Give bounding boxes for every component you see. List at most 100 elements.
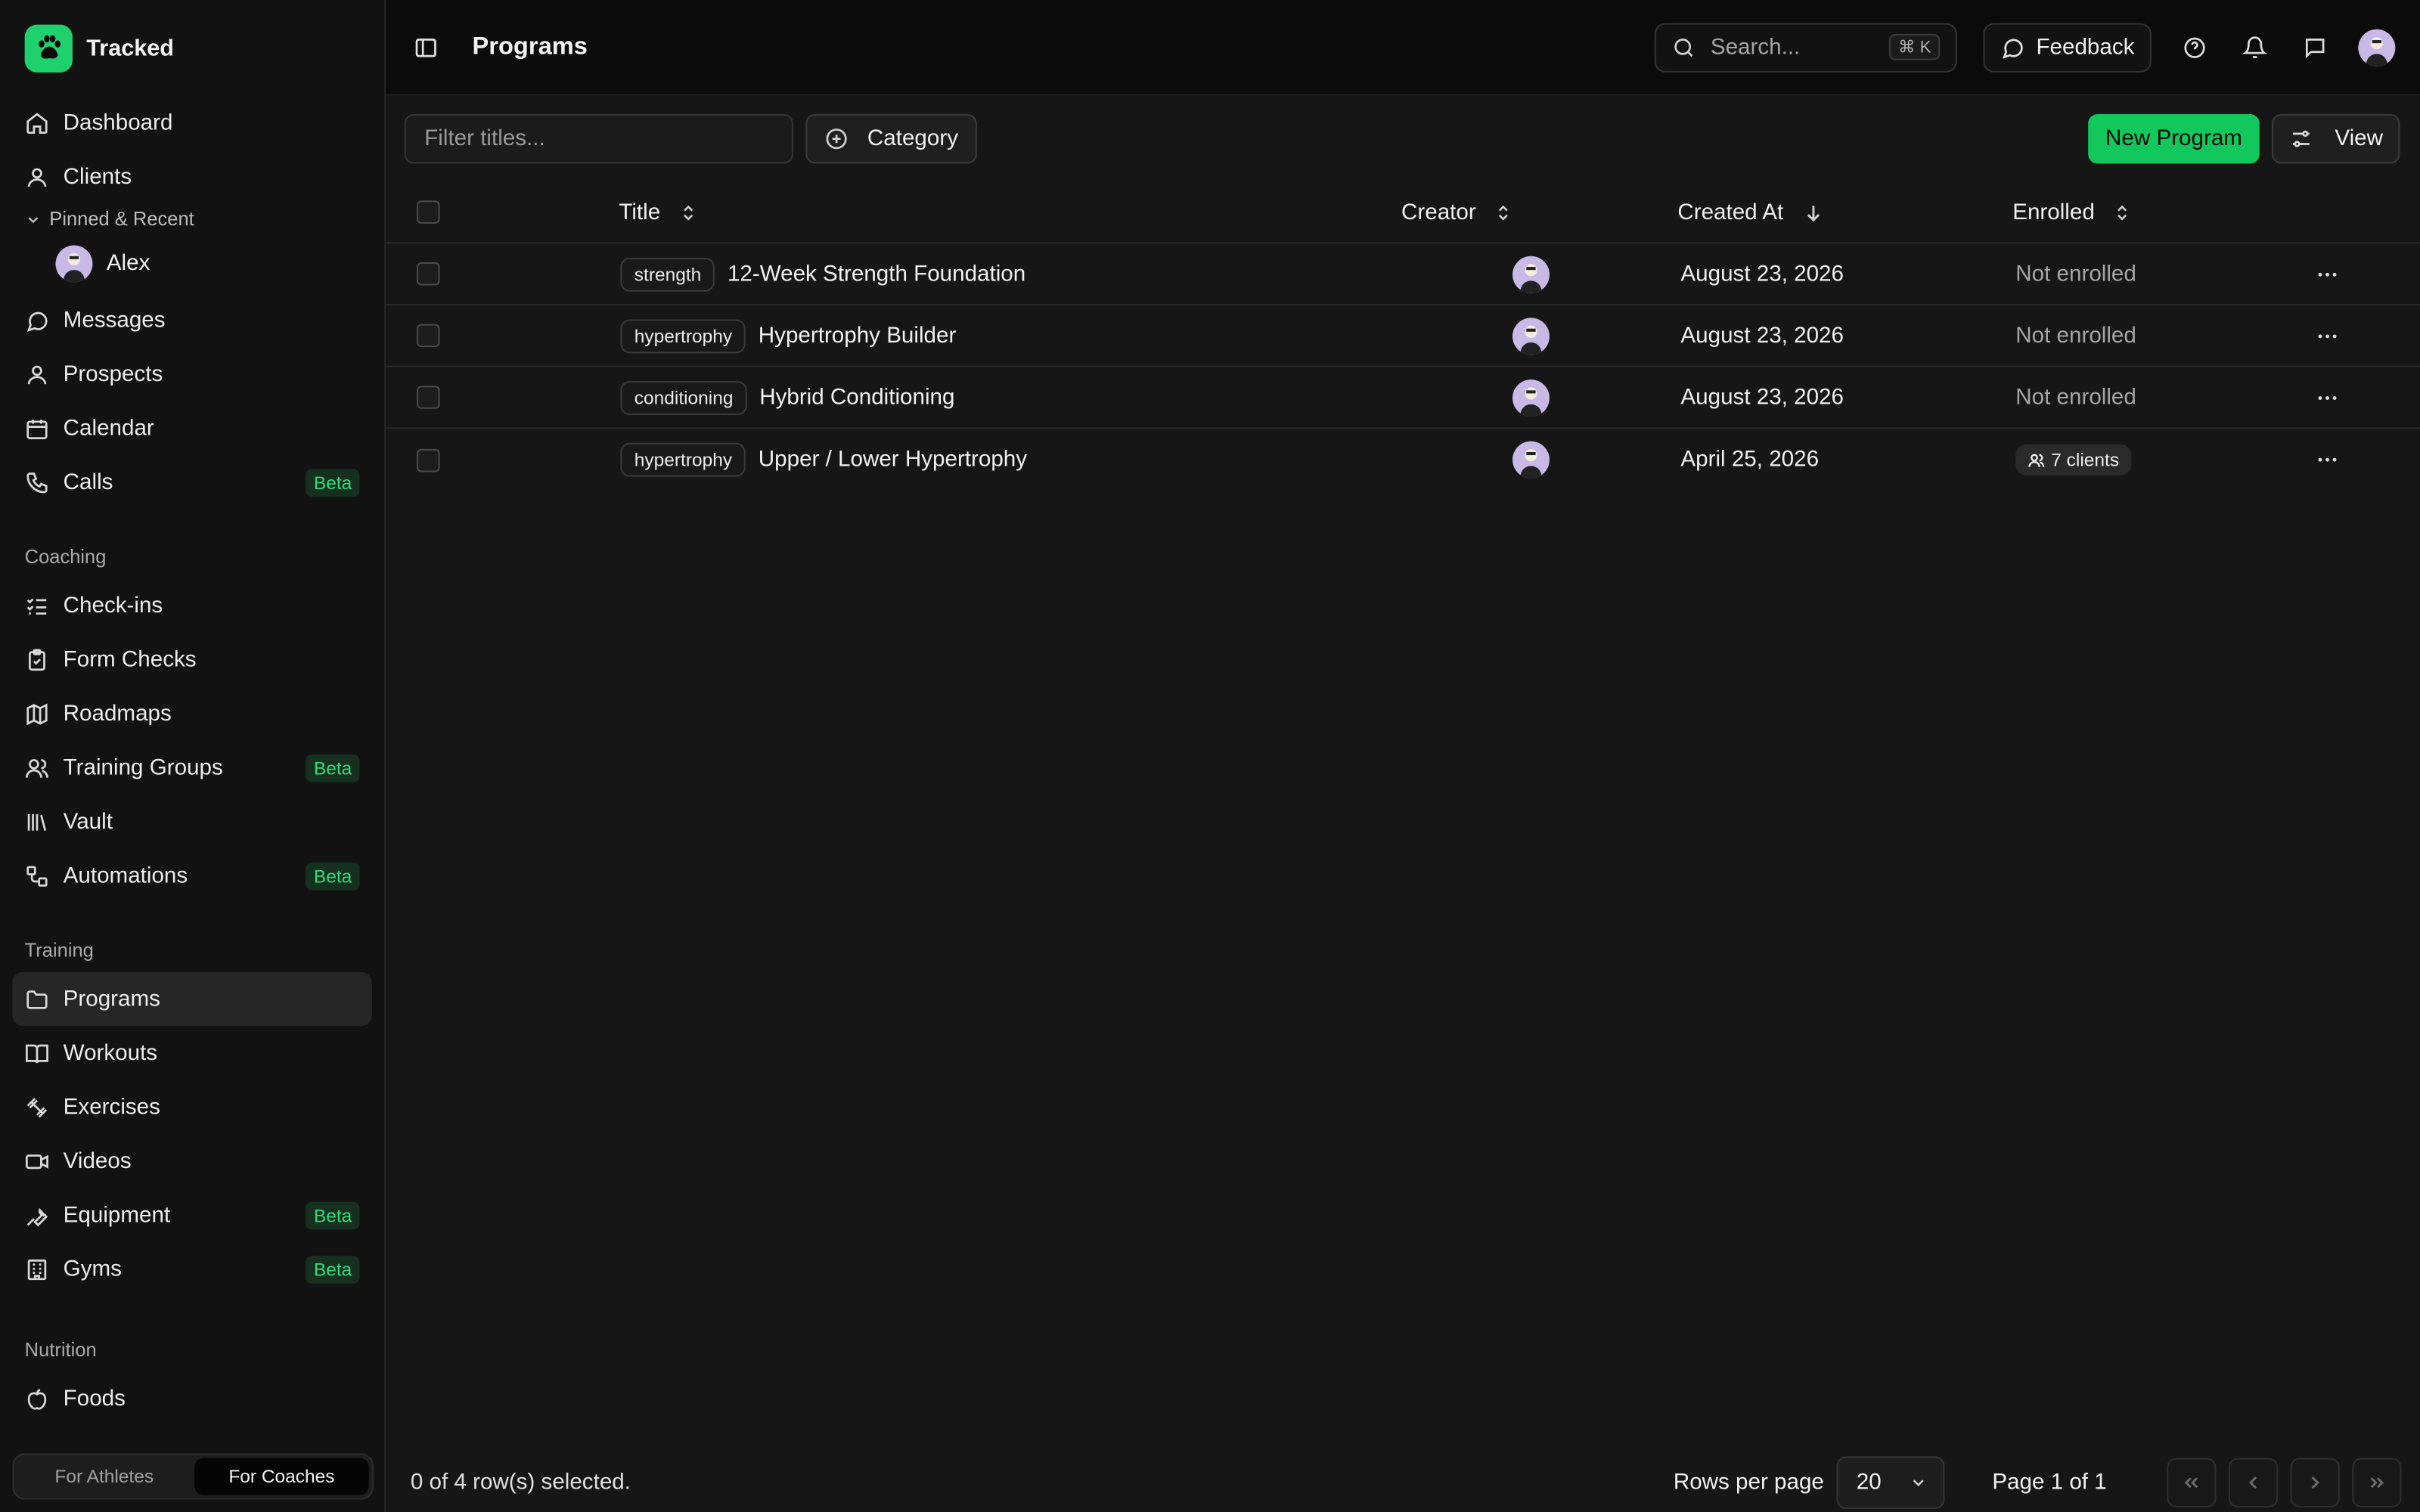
sidebar-nav-training: Programs Workouts Exercises Videos Equip… [0,971,384,1297]
program-title[interactable]: Hybrid Conditioning [759,385,954,410]
help-icon[interactable] [2178,30,2212,64]
select-all-checkbox[interactable] [417,200,440,224]
sidebar-item-label: Equipment [63,1202,171,1228]
table-toolbar: Category New Program View [386,96,2420,182]
table-row[interactable]: strength 12-Week Strength Foundation Aug… [386,243,2420,306]
pinned-client-alex[interactable]: Alex [0,234,384,293]
sidebar-item-exercises[interactable]: Exercises [12,1080,372,1134]
category-filter-button[interactable]: Category [805,114,977,164]
program-title[interactable]: Upper / Lower Hypertrophy [759,448,1027,472]
table-header: Title Creator Created At Enrolled [386,182,2420,244]
sidebar-item-label: Training Groups [63,754,223,780]
sidebar-item-automations[interactable]: Automations Beta [12,848,372,902]
creator-avatar [1512,317,1550,355]
category-label: Category [867,126,959,151]
message-circle-icon [2001,35,2026,60]
enrolled-cell: Not enrolled [2015,261,2136,287]
section-header-coaching: Coaching [24,546,107,569]
new-program-button[interactable]: New Program [2088,114,2260,164]
row-checkbox[interactable] [417,386,440,409]
last-page-button[interactable] [2352,1458,2402,1507]
column-header-title[interactable]: Title [619,200,697,225]
home-icon [25,110,50,135]
enrolled-cell: Not enrolled [2015,323,2136,349]
sidebar-item-equipment[interactable]: Equipment Beta [12,1188,372,1241]
row-checkbox[interactable] [417,324,440,348]
more-horizontal-icon[interactable] [2312,445,2343,476]
rows-per-page-select[interactable]: 20 [1836,1456,1945,1509]
section-header-nutrition: Nutrition [24,1339,97,1361]
users-icon [2028,451,2045,468]
sidebar-item-foods[interactable]: Foods [12,1371,372,1425]
sidebar-item-prospects[interactable]: Prospects [12,347,372,401]
sidebar-toggle-icon[interactable] [414,35,439,60]
category-tag: hypertrophy [620,318,746,353]
more-horizontal-icon[interactable] [2312,382,2343,413]
program-title[interactable]: 12-Week Strength Foundation [728,262,1025,287]
sidebar-item-label: Automations [63,863,188,888]
column-header-created-at[interactable]: Created At [1677,200,1823,225]
for-athletes-option[interactable]: For Athletes [17,1458,191,1495]
first-page-button[interactable] [2167,1458,2217,1507]
sidebar-item-clients[interactable]: Clients [12,150,372,203]
sidebar-item-form-checks[interactable]: Form Checks [12,633,372,686]
pinned-recent-toggle[interactable]: Pinned & Recent [0,203,384,234]
sidebar-item-check-ins[interactable]: Check-ins [12,578,372,632]
table-row[interactable]: conditioning Hybrid Conditioning August … [386,367,2420,429]
user-avatar[interactable] [2358,28,2396,66]
search-input[interactable]: Search... ⌘ K [1655,22,1958,72]
row-checkbox[interactable] [417,448,440,472]
sidebar-item-training-groups[interactable]: Training Groups Beta [12,741,372,795]
sidebar-item-label: Check-ins [63,593,163,618]
sidebar-item-programs[interactable]: Programs [12,971,372,1027]
mode-toggle: For Athletes For Coaches [12,1453,374,1500]
chat-icon[interactable] [2298,30,2332,64]
more-horizontal-icon[interactable] [2312,320,2343,351]
program-title-cell: hypertrophy Hypertrophy Builder [620,318,957,353]
checklist-icon [25,593,50,618]
previous-page-button[interactable] [2228,1458,2279,1507]
search-shortcut: ⌘ K [1888,33,1941,60]
sidebar-item-videos[interactable]: Videos [12,1134,372,1188]
created-at-cell: August 23, 2026 [1680,323,1844,349]
for-coaches-option[interactable]: For Coaches [194,1458,369,1495]
table-row[interactable]: hypertrophy Hypertrophy Builder August 2… [386,305,2420,367]
column-title-label: Title [619,200,661,225]
sidebar-item-calls[interactable]: Calls Beta [12,455,372,509]
sidebar-item-dashboard[interactable]: Dashboard [12,96,372,150]
sidebar-item-calendar[interactable]: Calendar [12,401,372,455]
column-creator-label: Creator [1401,200,1476,225]
category-tag: conditioning [620,380,747,414]
sidebar-item-messages[interactable]: Messages [12,293,372,347]
row-checkbox[interactable] [417,262,440,286]
dumbbell-icon [25,1095,50,1120]
clipboard-check-icon [25,647,50,672]
sidebar-item-label: Programs [63,987,160,1012]
filter-titles-input[interactable] [404,114,793,164]
search-placeholder: Search... [1710,34,1801,60]
feedback-button[interactable]: Feedback [1984,22,2152,72]
sidebar-item-roadmaps[interactable]: Roadmaps [12,686,372,740]
clients-count-pill[interactable]: 7 clients [2015,444,2132,476]
book-icon [25,1041,50,1066]
sidebar-item-workouts[interactable]: Workouts [12,1026,372,1080]
next-page-button[interactable] [2290,1458,2340,1507]
chevron-down-icon [1909,1473,1927,1492]
chevron-down-icon [25,211,42,228]
brand[interactable]: Tracked [0,0,384,96]
program-title-cell: conditioning Hybrid Conditioning [620,380,954,414]
creator-avatar [1512,379,1550,416]
users-icon [25,755,50,780]
selection-count: 0 of 4 row(s) selected. [410,1470,631,1495]
sidebar-item-vault[interactable]: Vault [12,795,372,848]
more-horizontal-icon[interactable] [2312,259,2343,290]
column-header-creator[interactable]: Creator [1401,200,1513,225]
column-header-enrolled[interactable]: Enrolled [2012,200,2132,225]
created-at-cell: April 25, 2026 [1680,447,1820,472]
sidebar-item-gyms[interactable]: Gyms Beta [12,1242,372,1296]
arrow-down-icon [1802,201,1824,223]
program-title[interactable]: Hypertrophy Builder [759,324,957,349]
table-row[interactable]: hypertrophy Upper / Lower Hypertrophy Ap… [386,429,2420,491]
bell-icon[interactable] [2238,30,2272,64]
view-options-button[interactable]: View [2271,114,2400,164]
